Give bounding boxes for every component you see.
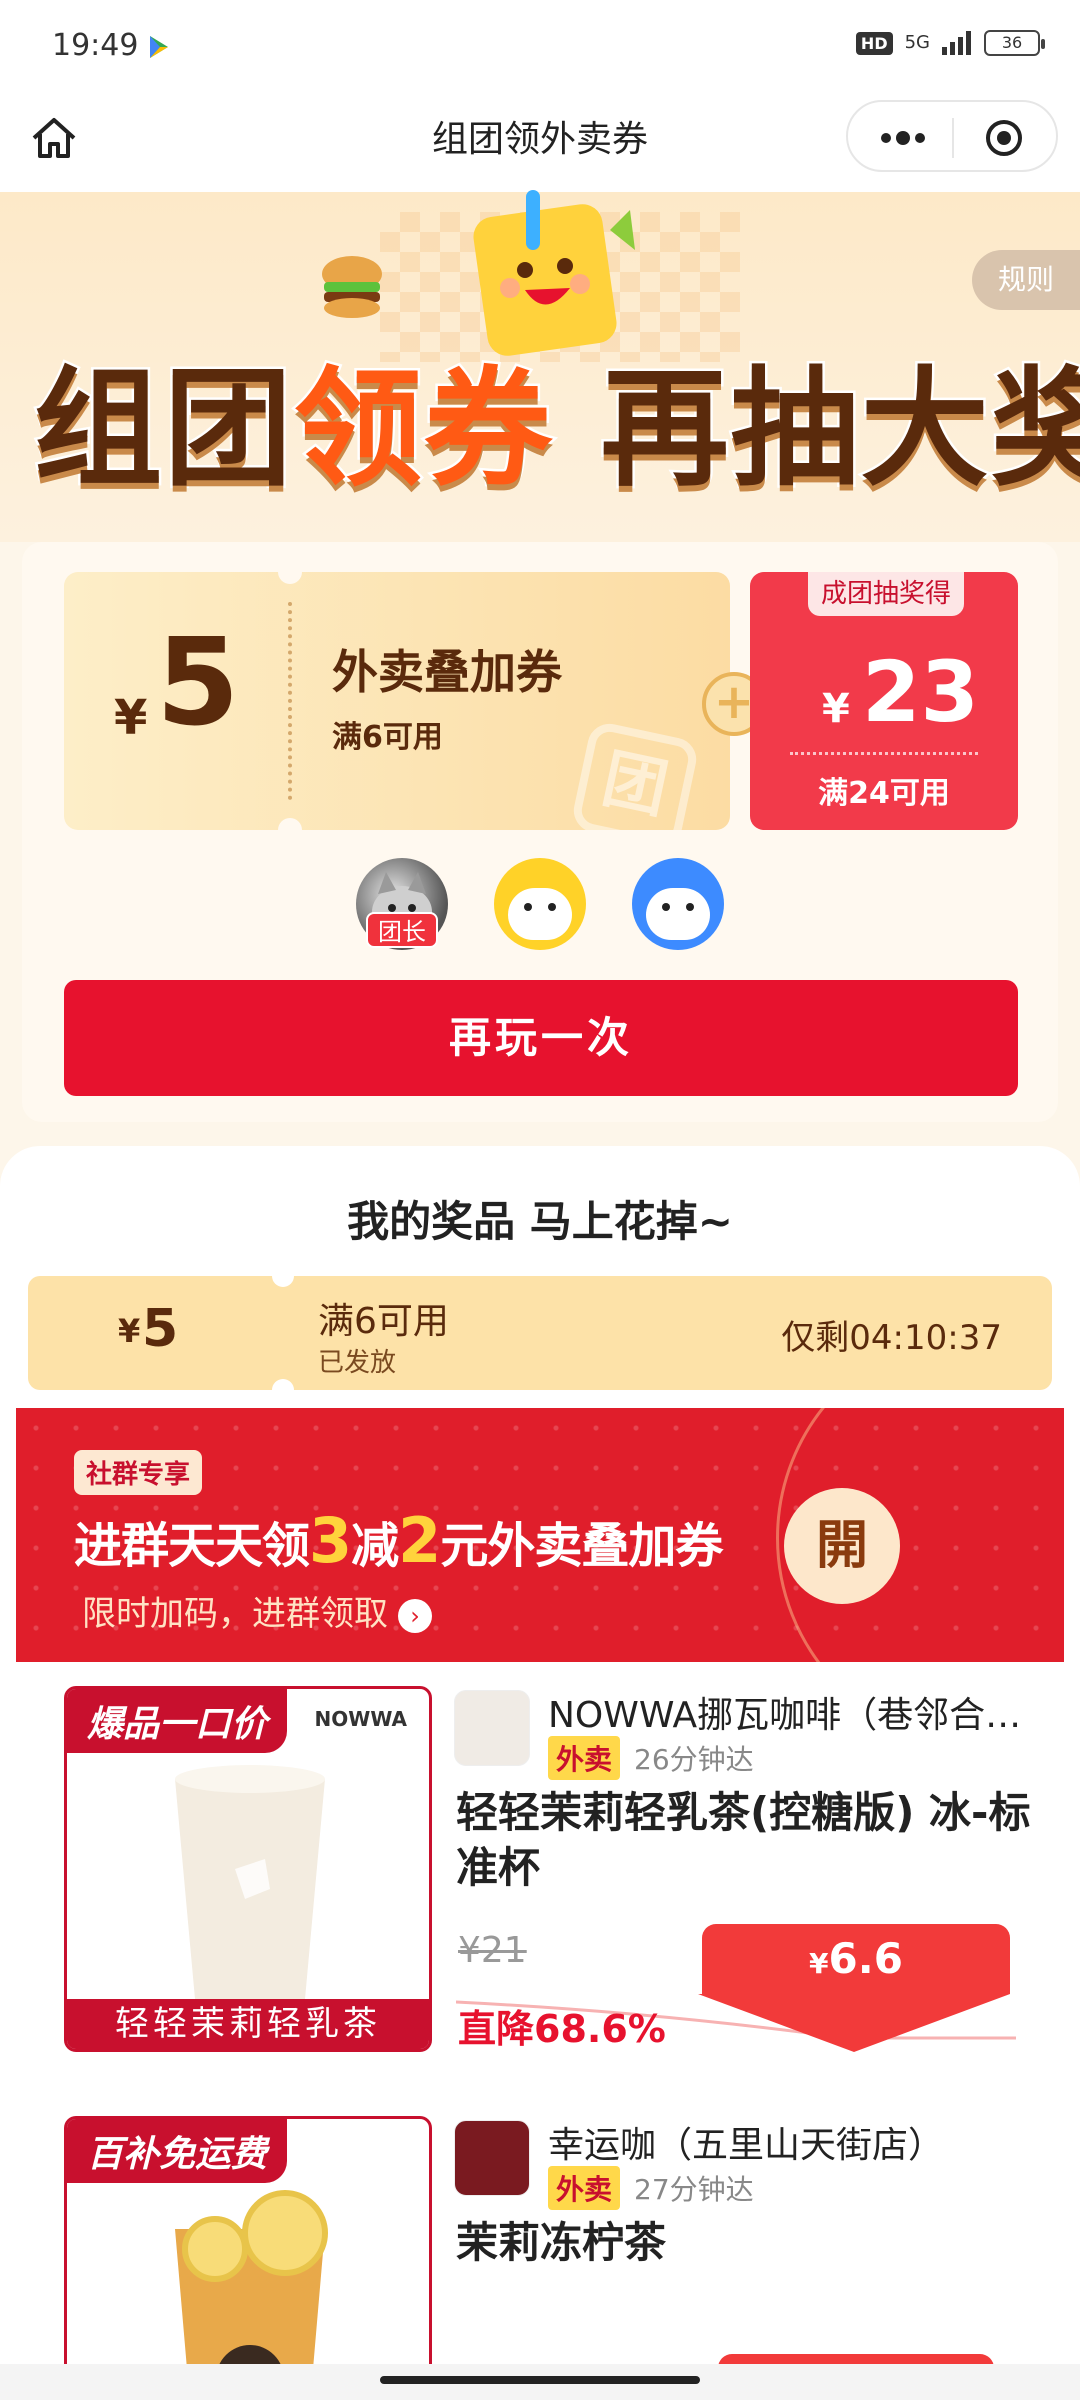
status-time: 19:49 — [52, 28, 139, 63]
mini-program-capsule — [846, 100, 1058, 172]
product-tag: 爆品一口价 — [67, 1689, 288, 1753]
prize-currency: ¥ — [118, 1312, 141, 1350]
coupon-notch — [272, 1276, 294, 1287]
bonus-condition: 满24可用 — [818, 776, 950, 811]
price-flag: ¥6.6 — [702, 1924, 1010, 1994]
prize-countdown: 仅剩04:10:37 — [781, 1318, 1002, 1358]
dog-face-icon — [508, 888, 572, 940]
bonus-tag: 成团抽奖得 — [808, 572, 964, 616]
delivery-eta: 27分钟达 — [634, 2173, 754, 2206]
leader-badge: 团长 — [366, 912, 438, 948]
product-image[interactable]: 百补免运费 — [64, 2116, 432, 2400]
network-type: 5G — [904, 32, 930, 53]
rules-button[interactable]: 规则 — [972, 250, 1080, 310]
delivery-badge: 外卖 — [548, 1736, 621, 1780]
price-currency: ¥ — [809, 1947, 829, 1980]
chevron-right-icon: › — [398, 1598, 432, 1633]
headline-part2: 领券 — [292, 353, 555, 507]
more-dots-icon[interactable] — [878, 126, 928, 150]
bonus-coupon: 成团抽奖得 ¥ 23 满24可用 — [750, 572, 1018, 830]
group-tag: 社群专享 — [74, 1450, 203, 1495]
shop-logo — [454, 1690, 530, 1766]
coupon-currency: ¥ — [114, 690, 148, 746]
group-headline-num-b: 2 — [398, 1504, 441, 1577]
product-image-caption: 轻轻茉莉轻乳茶 — [67, 1999, 429, 2049]
coupon-amount: 5 — [156, 614, 240, 753]
coupon-name: 外卖叠加券 — [332, 645, 562, 699]
headline-part1: 组团 — [31, 353, 295, 507]
group-sub-text: 限时加码，进群领取 — [82, 1594, 388, 1634]
capsule-divider — [952, 118, 954, 158]
prize-status: 已发放 — [318, 1348, 397, 1378]
group-join-banner[interactable]: 社群专享 进群天天领3减2元外卖叠加券 限时加码，进群领取 › 開 — [16, 1408, 1064, 1662]
coupon-divider — [288, 602, 292, 800]
open-button[interactable]: 開 — [784, 1488, 900, 1604]
group-subline: 限时加码，进群领取 › — [82, 1586, 432, 1635]
discount-label: 直降68.6% — [458, 2007, 666, 2051]
target-icon[interactable] — [984, 118, 1024, 158]
coupon-notch — [278, 818, 302, 830]
signal-icon — [942, 31, 971, 55]
group-watermark-icon: 团 — [569, 719, 701, 830]
shop-name[interactable]: NOWWA挪瓦咖啡（巷邻合… — [548, 1686, 1018, 1738]
sale-price: 6.6 — [828, 1934, 903, 1983]
prizes-title: 我的奖品 马上花掉~ — [347, 1197, 733, 1246]
product-name[interactable]: 茉莉冻柠茶 — [456, 2216, 1036, 2271]
delivery-badge: 外卖 — [548, 2166, 621, 2210]
delivery-eta: 26分钟达 — [634, 1743, 754, 1776]
shop-name[interactable]: 幸运咖（五里山天街店） — [548, 2116, 1018, 2168]
shop-logo — [454, 2120, 530, 2196]
dog-eyes-icon — [662, 903, 694, 911]
home-indicator[interactable] — [380, 2376, 700, 2384]
coupon-condition: 满6可用 — [332, 720, 443, 755]
play-store-icon — [150, 36, 168, 58]
group-headline-c: 元外卖叠加券 — [440, 1518, 723, 1574]
burger-icon — [322, 256, 382, 318]
prize-coupon[interactable]: ¥ 5 满6可用 已发放 仅剩04:10:37 — [28, 1276, 1052, 1390]
prize-condition: 满6可用 — [318, 1301, 449, 1342]
milk-tea-cup-icon — [175, 1765, 325, 1999]
battery-icon: 36 — [984, 30, 1045, 56]
price-flag-pointer — [698, 1994, 1010, 2052]
avatar-member[interactable] — [494, 858, 586, 950]
status-indicators: HD 5G 36 — [855, 30, 1045, 56]
product-tag: 百补免运费 — [67, 2119, 288, 2183]
group-headline-num-a: 3 — [309, 1504, 352, 1577]
dog-face-icon — [646, 888, 710, 940]
coupon-notch — [278, 572, 302, 584]
coupon-card: ¥ 5 外卖叠加券 满6可用 团 + 成团抽奖得 ¥ 23 满24可用 团长 再… — [22, 542, 1058, 1122]
product-image[interactable]: 爆品一口价 NOWWA 轻轻茉莉轻乳茶 — [64, 1686, 432, 2052]
brand-logo: NOWWA — [314, 1707, 407, 1731]
prizes-section: 我的奖品 马上花掉~ ¥ 5 满6可用 已发放 仅剩04:10:37 社群专享 … — [0, 1146, 1080, 2400]
bonus-currency: ¥ — [822, 686, 850, 732]
group-headline-a: 进群天天领 — [74, 1518, 310, 1574]
banner-headline: 组团领券 再抽大奖 — [31, 325, 1080, 510]
dog-eyes-icon — [524, 903, 556, 911]
bonus-amount: 23 — [862, 643, 979, 741]
product-name[interactable]: 轻轻茉莉轻乳茶(控糖版) 冰-标准杯 — [456, 1786, 1036, 1895]
status-bar: 19:49 HD 5G 36 — [0, 0, 1080, 96]
bonus-divider — [790, 752, 978, 755]
prize-amount: 5 — [142, 1299, 179, 1359]
coupon-notch — [272, 1379, 294, 1390]
avatar-member[interactable] — [632, 858, 724, 950]
headline-part3: 再抽大奖 — [554, 353, 1080, 507]
play-again-button[interactable]: 再玩一次 — [64, 980, 1018, 1096]
hd-badge: HD — [855, 31, 893, 55]
group-headline: 进群天天领3减2元外卖叠加券 — [74, 1504, 723, 1577]
group-headline-b: 减 — [351, 1518, 399, 1574]
coupon-ticket: ¥ 5 外卖叠加券 满6可用 团 — [64, 572, 730, 830]
